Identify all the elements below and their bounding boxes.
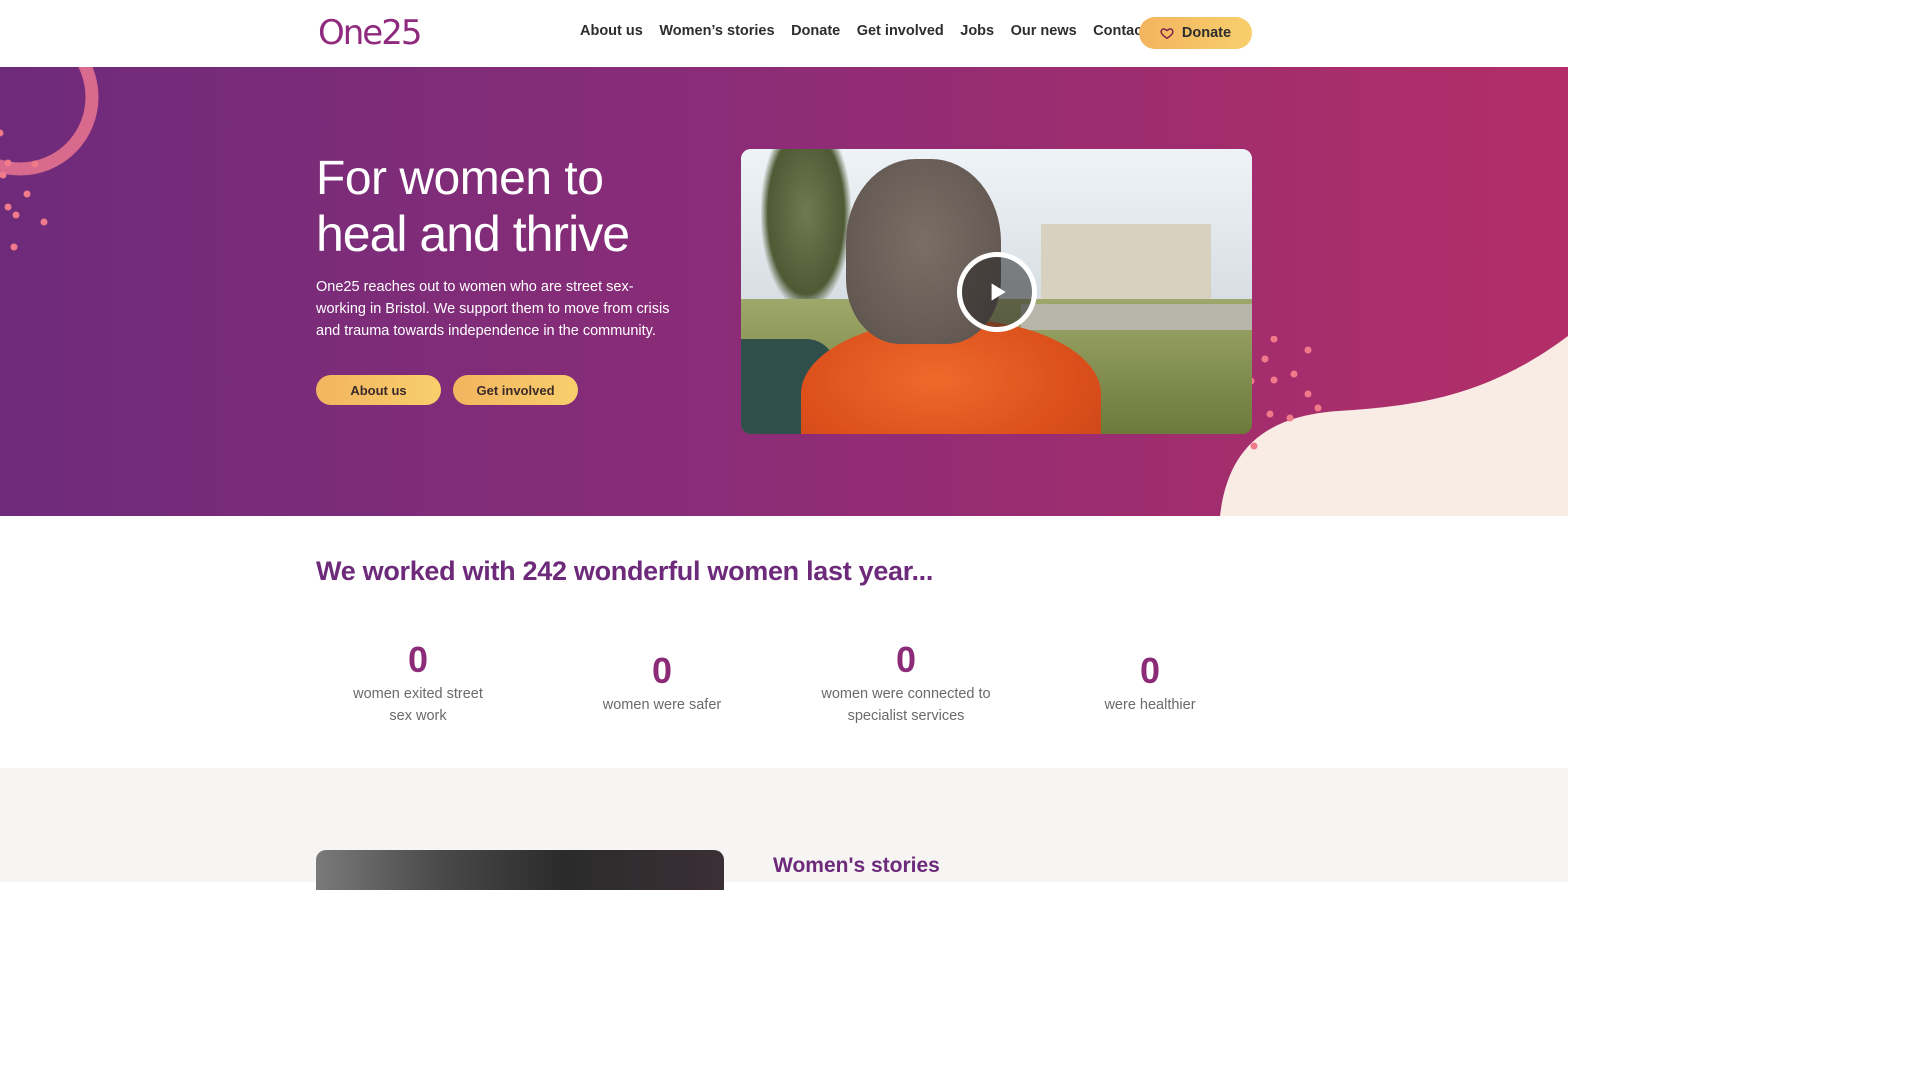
stat-value: 0 [1139,650,1161,691]
womens-stories-title: Women's stories [773,854,940,877]
video-wall [1021,304,1252,330]
play-icon [991,283,1006,301]
story-image[interactable] [316,850,724,890]
stat-connected: 0 women were connected to specialist ser… [806,640,1006,727]
nav-our-news[interactable]: Our news [1011,23,1077,39]
stat-value: 0 [895,639,917,680]
nav-womens-stories[interactable]: Women’s stories [659,23,774,39]
hero-title-line1: For women to [316,152,604,205]
stat-label: women exited street sex work [353,686,483,724]
stat-value: 0 [651,650,673,691]
stat-label: women were safer [602,697,722,713]
nav-donate[interactable]: Donate [791,23,840,39]
get-involved-button[interactable]: Get involved [453,375,578,405]
nav-about-us[interactable]: About us [580,23,643,39]
main-nav: About us Women’s stories Donate Get invo… [580,23,1185,39]
donate-button[interactable]: Donate [1139,17,1252,49]
about-us-button[interactable]: About us [316,375,441,405]
stats-heading: We worked with 242 wonderful women last … [316,556,934,586]
stat-label: women were connected to specialist servi… [821,686,991,724]
logo-text: One25 [318,13,422,53]
stat-label: were healthier [1104,697,1196,713]
video-tree [761,149,851,309]
stat-exited: 0 women exited street sex work [318,640,518,727]
hero-description: One25 reaches out to women who are stree… [316,279,670,339]
nav-get-involved[interactable]: Get involved [857,23,944,39]
stat-healthier: 0 were healthier [1050,651,1250,716]
nav-jobs[interactable]: Jobs [960,23,994,39]
video-building [1041,224,1211,309]
womens-stories-section: Women's stories [0,768,1568,890]
stat-value: 0 [407,639,429,680]
decorative-circle-dots [0,67,99,251]
site-header: One25 About us Women’s stories Donate Ge… [0,0,1568,67]
play-button[interactable] [957,252,1037,332]
donate-button-label: Donate [1181,25,1232,41]
hero-video[interactable] [741,149,1252,434]
decorative-cream-blob [1220,336,1568,516]
hero-title-line2: heal and thrive [316,206,630,262]
heart-icon [1160,28,1174,39]
hero-section: For women to heal and thrive One25 reach… [0,67,1568,516]
one25-logo[interactable]: One25 [318,13,422,53]
stat-safer: 0 women were safer [562,651,762,716]
